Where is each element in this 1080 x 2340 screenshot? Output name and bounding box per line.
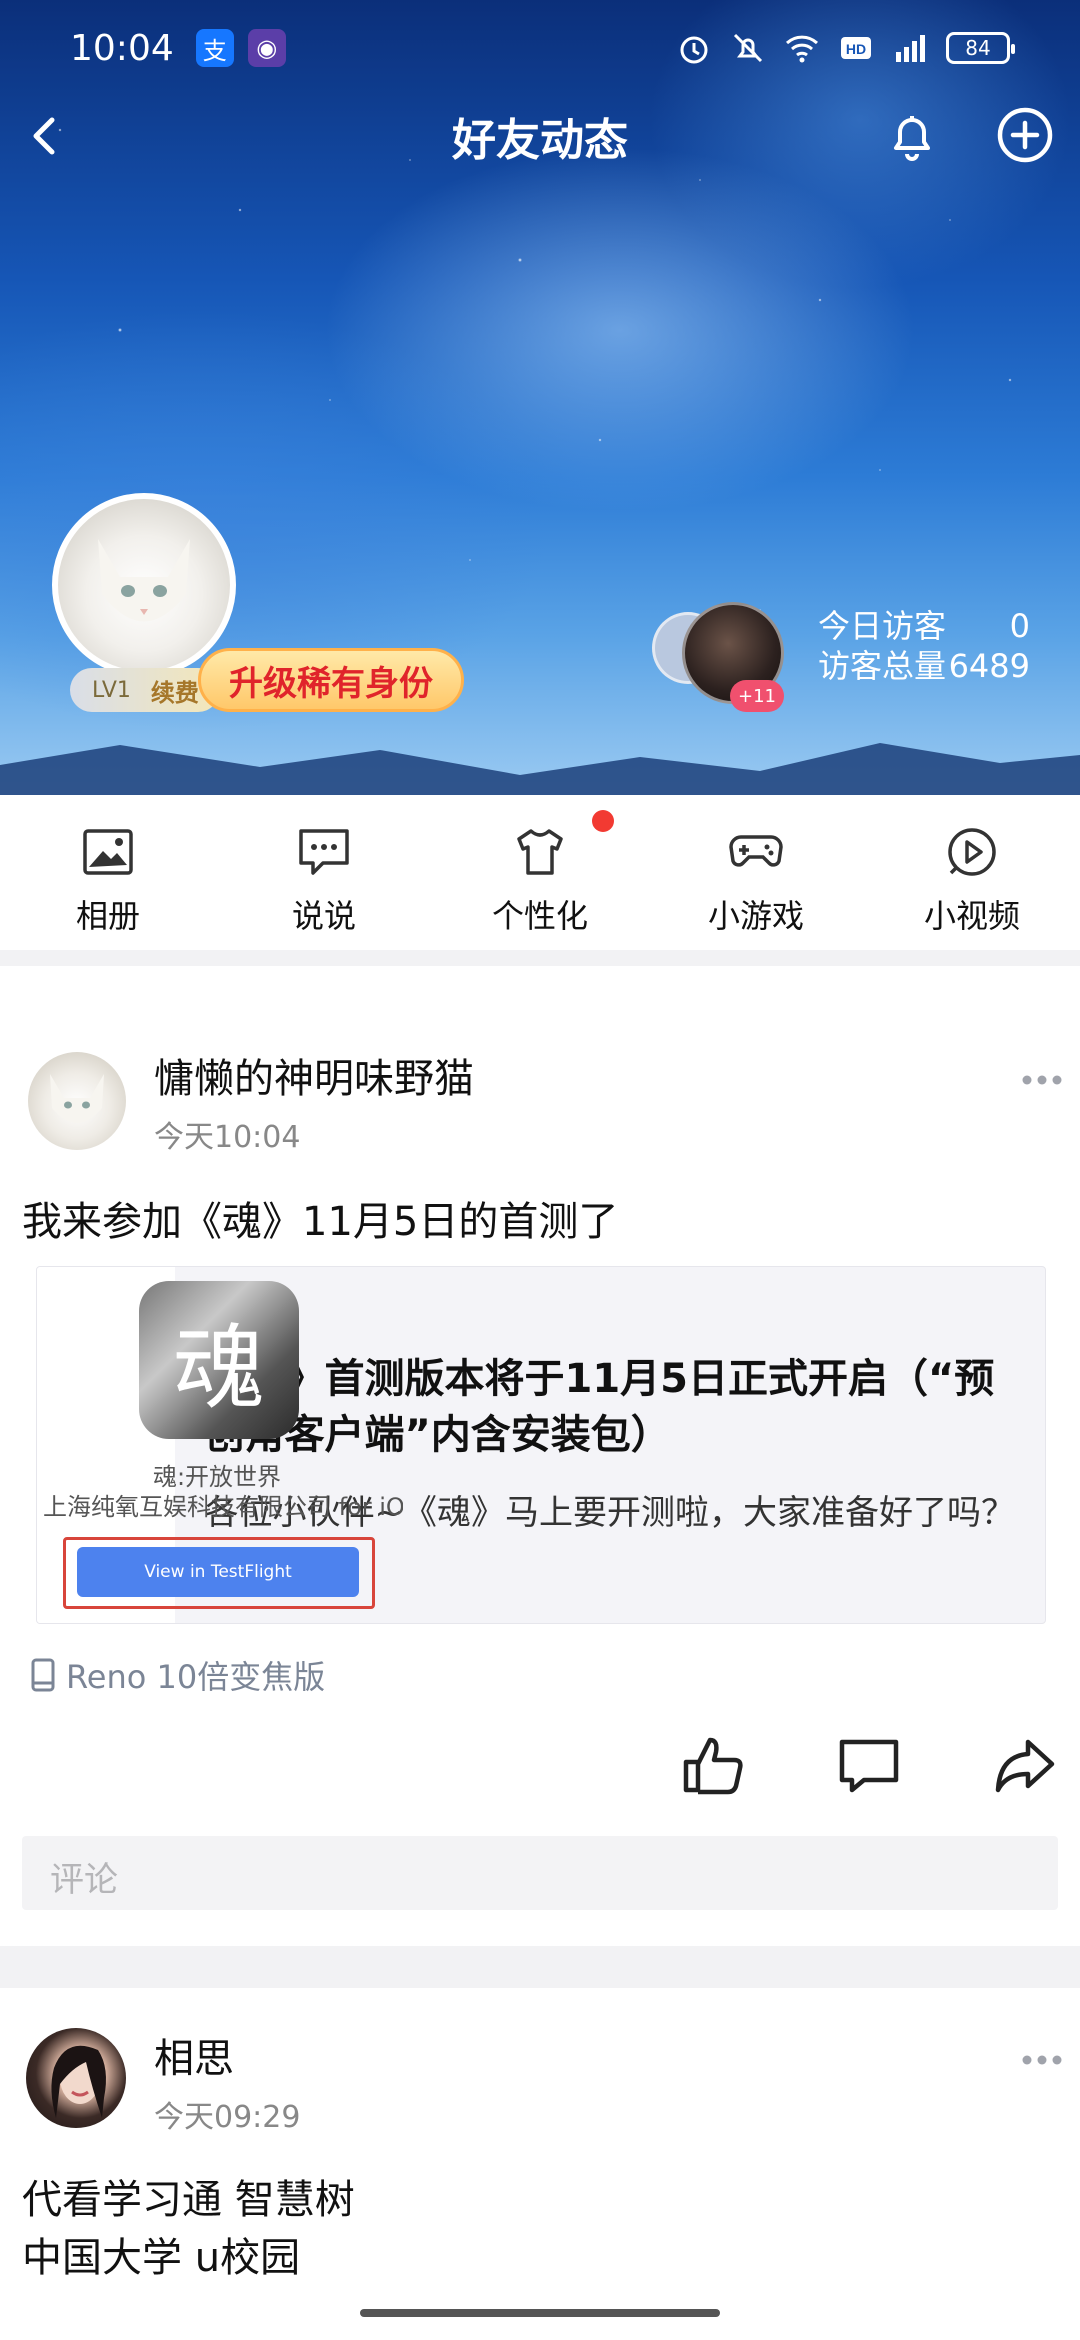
signal-4g-icon: [896, 35, 925, 62]
profile-avatar[interactable]: [52, 493, 236, 677]
visitor-stats[interactable]: 今日访客 0 访客总量 6489: [818, 606, 1030, 686]
moments-label: 说说: [291, 897, 356, 935]
girl-portrait-image: [51, 2045, 106, 2118]
white-cat-image: [98, 539, 190, 622]
device-name: Reno 10倍变焦版: [66, 1658, 326, 1696]
upgrade-identity-button[interactable]: 升级稀有身份: [198, 648, 464, 712]
section-divider: [0, 950, 1080, 966]
add-circle-icon[interactable]: [994, 104, 1056, 166]
post-text-line-1: 代看学习通 智慧树: [22, 2177, 355, 2223]
navigation-bar: 好友动态: [0, 96, 1080, 176]
personalize-shortcut[interactable]: 个性化: [432, 795, 648, 950]
white-cat-image: [50, 1074, 104, 1123]
renew-label: 续费: [150, 678, 199, 707]
minigame-label: 小游戏: [707, 897, 804, 935]
notification-dot: [592, 810, 614, 832]
album-label: 相册: [75, 897, 140, 935]
minigame-shortcut[interactable]: 小游戏: [648, 795, 864, 950]
today-visitors-label: 今日访客: [818, 607, 947, 645]
post-time: 今天10:04: [154, 1120, 301, 1155]
status-time: 10:04: [70, 27, 174, 69]
status-bar: 10:04 支 ◉ HD 84: [0, 0, 1080, 96]
alipay-icon: 支: [195, 29, 234, 67]
post-author-avatar[interactable]: [26, 2028, 126, 2128]
hd-icon: HD: [841, 37, 871, 59]
post-text-line-2: 中国大学 u校园: [22, 2235, 301, 2281]
moments-shortcut[interactable]: 说说: [216, 795, 432, 950]
cover-header: 10:04 支 ◉ HD 84 好友动态 LV1 续费 升级稀有身份 +11 今…: [0, 0, 1080, 795]
photo-album-icon: [83, 829, 133, 875]
phone-icon: [31, 1658, 55, 1692]
share-icon[interactable]: [992, 1734, 1058, 1796]
app-notification-icon: ◉: [247, 29, 286, 67]
battery-indicator: 84: [946, 32, 1015, 64]
post-author-name[interactable]: 慵懒的神明味野猫: [154, 1046, 474, 1104]
total-visitors-label: 访客总量: [818, 647, 947, 685]
more-options-icon[interactable]: [1020, 2053, 1064, 2067]
comment-input[interactable]: 评论: [22, 1836, 1058, 1910]
testflight-button-image: View in TestFlight: [77, 1547, 359, 1597]
more-options-icon[interactable]: [1020, 1073, 1064, 1087]
chat-bubble-icon: [299, 829, 349, 875]
total-visitors-value: 6489: [948, 647, 1030, 685]
video-play-icon: [948, 828, 996, 876]
svg-text:HD: HD: [846, 41, 866, 57]
comment-icon[interactable]: [836, 1734, 902, 1796]
link-title: 《魂》首测版本将于11月5日正式开启（“预创角客户端”内含安装包）: [204, 1356, 995, 1458]
bell-icon[interactable]: [882, 106, 942, 166]
short-video-shortcut[interactable]: 小视频: [864, 795, 1080, 950]
battery-level: 84: [965, 36, 991, 60]
link-thumbnail: 魂 魂:开放世界 上海纯氧互娱科技有限公司 for iOS View in Te…: [37, 1267, 403, 1623]
home-indicator[interactable]: [360, 2309, 720, 2317]
post-separator: [0, 1946, 1080, 1988]
mute-icon: [733, 33, 763, 63]
thumb-developer: 上海纯氧互娱科技有限公司 for iOS: [43, 1493, 403, 1521]
feature-shortcuts: 相册 说说 个性化 小游戏 小视频: [0, 795, 1080, 950]
post-author-avatar[interactable]: [28, 1052, 126, 1150]
post-time: 今天09:29: [154, 2100, 301, 2135]
post-author-name[interactable]: 相思: [154, 2026, 234, 2084]
personalize-label: 个性化: [491, 897, 588, 935]
game-app-icon: 魂: [139, 1281, 299, 1439]
shared-link-card[interactable]: 魂 魂:开放世界 上海纯氧互娱科技有限公司 for iOS View in Te…: [36, 1266, 1046, 1624]
gamepad-icon: [729, 835, 783, 867]
more-visitors-badge: +11: [730, 680, 784, 712]
short-video-label: 小视频: [923, 897, 1020, 935]
wifi-icon: [785, 35, 819, 63]
post-text: 我来参加《魂》11月5日的首测了: [22, 1199, 619, 1245]
mountain-silhouette: [0, 743, 1080, 795]
album-shortcut[interactable]: 相册: [0, 795, 216, 950]
level-text: LV1: [92, 677, 131, 703]
today-visitors-value: 0: [1009, 607, 1030, 645]
like-icon[interactable]: [680, 1734, 746, 1796]
tshirt-icon: [517, 829, 563, 875]
device-tag: Reno 10倍变焦版: [30, 1652, 325, 1698]
alarm-icon: [680, 36, 708, 64]
